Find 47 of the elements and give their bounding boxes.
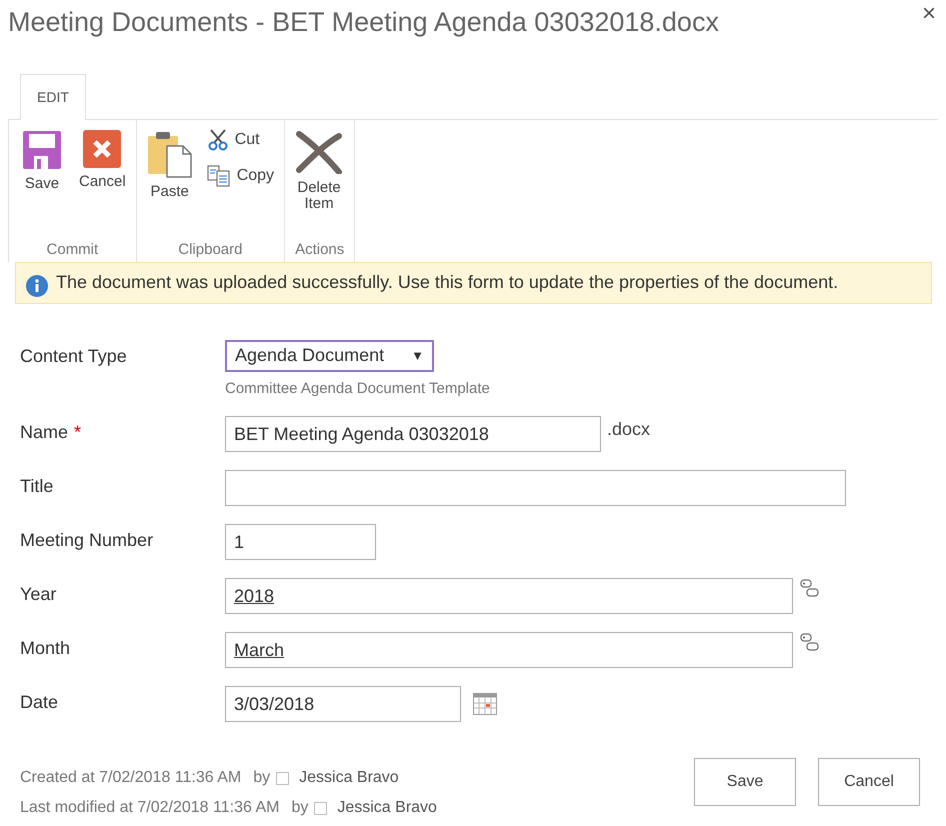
ribbon-group-label: Clipboard <box>177 240 244 260</box>
ribbon-button[interactable]: Save <box>19 126 65 229</box>
close-square-icon <box>83 130 122 168</box>
file-extension: .docx <box>607 418 650 441</box>
info-icon <box>26 274 48 296</box>
field-label: Year <box>20 583 56 606</box>
calendar-icon[interactable] <box>473 693 497 715</box>
cross-mark-icon <box>295 130 344 174</box>
ribbon-tab[interactable]: EDIT <box>20 74 86 120</box>
by-text: by <box>291 798 308 818</box>
term-field[interactable]: 2018 <box>225 578 793 614</box>
timestamp-text: Last modified at 7/02/2018 11:36 AM <box>20 798 280 818</box>
ribbon-button[interactable]: Cancel <box>79 126 126 229</box>
name-field[interactable]: BET Meeting Agenda 03032018 <box>225 416 601 452</box>
author-link[interactable]: Jessica Bravo <box>337 796 437 820</box>
presence-square-icon <box>276 772 290 784</box>
meeting-number-field[interactable]: 1 <box>225 524 376 560</box>
field-label: Title <box>20 475 54 498</box>
field-label: Date <box>20 691 58 714</box>
timestamp-text: Created at 7/02/2018 11:36 AM <box>20 768 242 788</box>
ribbon-button[interactable]: Delete Item <box>295 126 344 229</box>
content-type-description: Committee Agenda Document Template <box>225 378 490 398</box>
required-mark: * <box>74 421 82 444</box>
ribbon-group-label: Commit <box>46 240 100 260</box>
title-field[interactable] <box>225 470 846 506</box>
window-title: Meeting Documents - BET Meeting Agenda 03032018.docx <box>8 6 719 39</box>
clipboard-icon <box>146 130 193 178</box>
term-field[interactable]: March <box>225 632 793 668</box>
copy-icon <box>206 164 231 186</box>
close-button[interactable]: × <box>922 2 936 26</box>
field-label: Month <box>20 637 70 660</box>
form-button[interactable]: Save <box>694 758 796 806</box>
field-label: Name <box>20 421 68 444</box>
ribbon-button[interactable]: Paste <box>146 126 193 229</box>
form-button[interactable]: Cancel <box>818 758 920 806</box>
by-text: by <box>253 768 270 788</box>
ribbon-button[interactable]: Cut <box>206 128 274 152</box>
field-label: Content Type <box>20 344 127 368</box>
message-text: The document was uploaded successfully. Use this form to update the properties of the document. <box>56 270 838 294</box>
content-type-dropdown[interactable]: Agenda Document ▼ <box>225 340 434 372</box>
author-link[interactable]: Jessica Bravo <box>299 766 399 790</box>
ribbon-button[interactable]: Copy <box>206 164 274 188</box>
ribbon-group-label: Actions <box>295 240 344 260</box>
field-label: Meeting Number <box>20 529 154 552</box>
scissors-icon <box>206 128 229 150</box>
presence-square-icon <box>314 802 328 814</box>
date-field[interactable]: 3/03/2018 <box>225 686 461 722</box>
